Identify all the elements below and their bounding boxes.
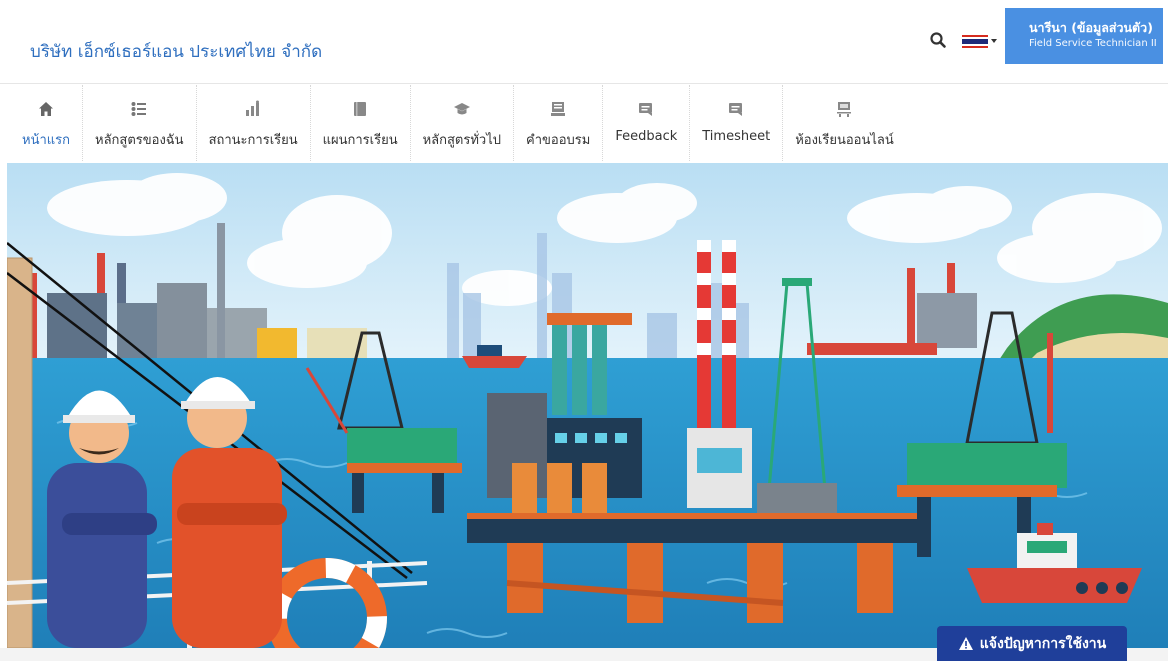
nav-item-label: หลักสูตรทั่วไป (422, 133, 502, 148)
language-selector[interactable] (962, 34, 998, 48)
nav-item-label: ห้องเรียนออนไลน์ (795, 133, 894, 148)
search-icon[interactable] (929, 31, 947, 49)
nav-item-learning-status[interactable]: สถานะการเรียน (197, 85, 311, 161)
timesheet-icon (726, 99, 746, 119)
chevron-down-icon (991, 39, 997, 43)
hero-banner-image (7, 163, 1168, 648)
home-icon (36, 99, 56, 119)
nav-item-label: Feedback (615, 129, 678, 144)
chat-icon (636, 99, 656, 119)
nav-item-timesheet[interactable]: Timesheet (690, 85, 784, 161)
graduation-cap-icon (452, 99, 472, 119)
nav-item-label: หลักสูตรของฉัน (95, 133, 184, 148)
nav-item-feedback[interactable]: Feedback (603, 85, 691, 161)
request-icon (548, 99, 568, 119)
nav-item-home[interactable]: หน้าแรก (10, 85, 83, 161)
report-issue-label: แจ้งปัญหาการใช้งาน (979, 635, 1107, 652)
nav-item-general-courses[interactable]: หลักสูตรทั่วไป (411, 85, 515, 161)
nav-item-label: หน้าแรก (22, 133, 70, 148)
nav-item-label: แผนการเรียน (322, 133, 398, 148)
nav-item-online-classroom[interactable]: ห้องเรียนออนไลน์ (783, 85, 906, 161)
nav-item-label: คำขออบรม (526, 133, 591, 148)
offshore-oil-rig-illustration (7, 163, 1168, 648)
user-name: นารีนา (ข้อมูลส่วนตัว) (1029, 20, 1153, 35)
nav-item-training-request[interactable]: คำขออบรม (514, 85, 604, 161)
company-name[interactable]: บริษัท เอ็กซ์เธอร์แอน ประเทศไทย จำกัด (30, 38, 322, 65)
online-classroom-icon (834, 99, 854, 119)
book-icon (350, 99, 370, 119)
thailand-flag-icon (962, 34, 988, 48)
nav-item-label: สถานะการเรียน (208, 133, 298, 148)
report-issue-button[interactable]: แจ้งปัญหาการใช้งาน (937, 626, 1127, 661)
user-role: Field Service Technician II (1029, 38, 1157, 49)
nav-item-label: Timesheet (702, 129, 771, 144)
nav-item-my-courses[interactable]: หลักสูตรของฉัน (83, 85, 197, 161)
top-header: บริษัท เอ็กซ์เธอร์แอน ประเทศไทย จำกัด นา… (0, 0, 1168, 84)
warning-icon (958, 636, 974, 651)
status-chart-icon (243, 99, 263, 119)
main-nav: หน้าแรก หลักสูตรของฉัน สถานะการเรียน แผน… (0, 85, 1168, 161)
user-profile-button[interactable]: นารีนา (ข้อมูลส่วนตัว) Field Service Tec… (1005, 8, 1163, 64)
list-icon (129, 99, 149, 119)
nav-item-learning-plan[interactable]: แผนการเรียน (311, 85, 411, 161)
